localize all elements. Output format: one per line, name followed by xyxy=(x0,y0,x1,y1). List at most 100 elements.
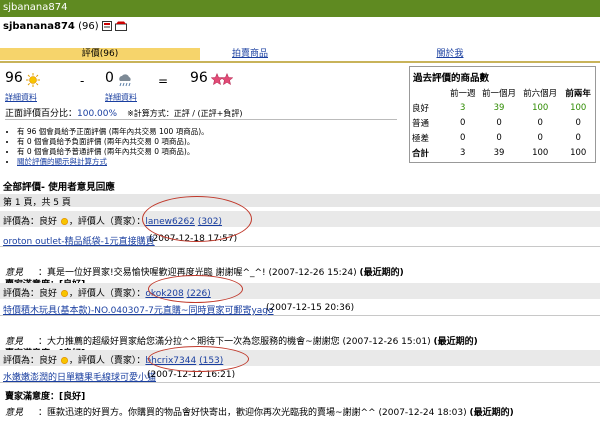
comment-label: 意見 xyxy=(5,408,24,418)
percent-note: ※計算方式：正評 / (正評+負評) xyxy=(127,109,243,118)
table-row: 普通 0 0 0 0 xyxy=(412,115,595,130)
table-cell: 0 xyxy=(537,132,543,143)
rating-prefix: 評價為：良好 xyxy=(3,217,58,227)
positive-score: 96 詳細資料 xyxy=(5,70,40,102)
seller-satisfaction: 賣家滿意度：[良好] xyxy=(5,392,86,402)
window-title: sjbanana874 xyxy=(3,2,68,13)
table-cell: 39 xyxy=(493,147,505,158)
rating-header: 評價為：良好 ，評價人（賣家）：lanew6262 (302) xyxy=(0,211,600,227)
negative-count: 0 xyxy=(105,70,114,86)
equals-sign: = xyxy=(158,74,169,88)
list-item: 特價積木玩具(基本款)-NO.040307-7元直購~同時買家可郵寄yago (… xyxy=(0,302,600,316)
table-cell: 100 xyxy=(570,147,587,158)
percent-value: 100.00% xyxy=(77,109,118,119)
table-cell: 3 xyxy=(460,147,466,158)
me-icon[interactable] xyxy=(101,21,112,31)
highlight-ellipse xyxy=(148,346,249,372)
table-row: 極差 0 0 0 0 xyxy=(412,130,595,145)
divider xyxy=(0,382,600,383)
row-label: 極差 xyxy=(412,133,430,144)
rating-prefix: 評價為：良好 xyxy=(3,289,58,299)
highlight-ellipse xyxy=(148,275,243,303)
row-label: 良好 xyxy=(412,103,430,114)
tab-ratings[interactable]: 評價(96) xyxy=(0,48,200,60)
percent-label: 正面評價百分比： xyxy=(5,109,78,119)
tab-about-me-label[interactable]: 關於我 xyxy=(436,49,463,59)
list-item: oroton outlet-精品紙袋-1元直接購買 (2007-12-18 17… xyxy=(0,233,600,247)
positive-percentage: 正面評價百分比：100.00% ※計算方式：正評 / (正評+負評) xyxy=(5,106,243,119)
minus-sign: - xyxy=(80,74,85,88)
table-cell: 100 xyxy=(532,147,549,158)
total-count: 96 xyxy=(190,70,208,86)
table-header-cell: 前一週 xyxy=(449,88,476,99)
positive-count: 96 xyxy=(5,70,23,86)
pagination-text: 第 1 頁，共 5 頁 xyxy=(3,198,71,208)
positive-details-link[interactable]: 詳細資料 xyxy=(5,92,37,103)
note-neutral: 有 0 個會員給予普通評價 (兩年內共交易 0 項商品)。 xyxy=(17,147,209,157)
note-negative: 有 0 個會員給予負面評價 (兩年內共交易 0 項商品)。 xyxy=(17,137,209,147)
rating-header: 評價為：良好 ，評價人（賣家）：okok208 (226) xyxy=(0,283,600,299)
table-header-cell: 前兩年 xyxy=(565,88,591,99)
comment-text: ：匯款迅速的好買方。你購買的物品會好快寄出，歡迎你再次光臨我的賣場~謝謝^^ xyxy=(38,408,376,418)
note-calc: 關於評價的顯示與計算方式 xyxy=(17,157,209,167)
pagination-bar: 第 1 頁，共 5 頁 xyxy=(0,194,600,208)
sun-icon xyxy=(25,72,40,87)
table-cell: 3 xyxy=(460,102,466,113)
table-row: 合計 3 39 100 100 xyxy=(412,145,595,160)
table-cell: 0 xyxy=(460,132,466,143)
sun-icon xyxy=(60,289,68,298)
shop-icon[interactable] xyxy=(115,21,127,31)
negative-score: 0 詳細資料 xyxy=(105,70,137,102)
sun-icon xyxy=(60,217,68,226)
table-cell: 0 xyxy=(575,117,581,128)
highlight-ellipse xyxy=(142,196,252,242)
table-cell: 0 xyxy=(537,117,543,128)
window-title-bar: sjbanana874 xyxy=(0,0,600,17)
negative-details-link[interactable]: 詳細資料 xyxy=(105,92,137,103)
rating-suffix: ，評價人（賣家）： xyxy=(68,289,146,299)
comment-line: 意見 ：大力推薦的超級好買家給您滿分拉^^期待下一次為您服務的機會~謝謝您 (2… xyxy=(0,333,600,347)
table-cell: 0 xyxy=(575,132,581,143)
comment-text-wrap: ：匯款迅速的好買方。你購買的物品會好快寄出，歡迎你再次光臨我的賣場~謝謝^^ (… xyxy=(38,405,514,418)
past-ratings-title: 過去評價的商品數 xyxy=(413,73,490,84)
latest-label: (最近期的) xyxy=(469,408,514,418)
table-header-row: 前一週 前一個月 前六個月 前兩年 xyxy=(412,85,595,100)
divider xyxy=(0,246,600,247)
past-ratings-box: 過去評價的商品數 前一週 前一個月 前六個月 前兩年 良好 3 39 100 1… xyxy=(409,66,596,163)
table-row: 良好 3 39 100 100 xyxy=(412,100,595,115)
divider xyxy=(5,119,397,120)
table-cell: 0 xyxy=(496,117,502,128)
row-label: 合計 xyxy=(412,148,430,159)
table-cell: 39 xyxy=(493,102,505,113)
table-header-cell xyxy=(412,85,446,100)
table-cell: 0 xyxy=(460,117,466,128)
comment-line: 意見 ：匯款迅速的好買方。你購買的物品會好快寄出，歡迎你再次光臨我的賣場~謝謝^… xyxy=(0,404,600,418)
calc-method-link[interactable]: 關於評價的顯示與計算方式 xyxy=(17,157,107,166)
item-date: (2007-12-15 20:36) xyxy=(266,303,355,313)
table-header-cell: 前六個月 xyxy=(523,88,558,99)
rating-suffix: ，評價人（賣家）： xyxy=(68,217,146,227)
table-header-cell: 前一個月 xyxy=(482,88,517,99)
tab-about-me[interactable]: 關於我 xyxy=(300,48,600,60)
section-title: 全部評價- 使用者意見回應 xyxy=(3,182,115,193)
tab-auction-items[interactable]: 拍賣商品 xyxy=(200,48,300,60)
table-cell: 100 xyxy=(570,102,587,113)
tab-bar: 評價(96) 拍賣商品 關於我 xyxy=(0,48,600,61)
list-item: 水嫩嫩澎潤的日單糖果毛線球可愛小猫 (2007-12-12 16:21) xyxy=(0,369,600,383)
row-label: 普通 xyxy=(412,118,430,129)
rating-prefix: 評價為：良好 xyxy=(3,356,58,366)
table-cell: 100 xyxy=(532,102,549,113)
comment-line: 意見 ：真是一位好買家!交易愉快喔歡迎再度光臨 謝謝喔^_^! (2007-12… xyxy=(0,264,600,278)
reply-line: 賣家滿意度：[良好] xyxy=(0,388,600,402)
sun-icon xyxy=(60,356,68,365)
username: sjbanana874 xyxy=(3,21,75,32)
table-cell: 0 xyxy=(496,132,502,143)
score-badge: (96) xyxy=(78,21,99,32)
note-positive: 有 96 個會員給予正面評價 (兩年內共交易 100 項商品)。 xyxy=(17,127,209,137)
rating-header: 評價為：良好 ，評價人（賣家）：bhcrix7344 (153) xyxy=(0,350,600,366)
user-header: sjbanana874 (96) xyxy=(3,21,127,32)
stars-icon xyxy=(210,73,233,86)
tab-underline xyxy=(0,61,600,63)
rating-notes: 有 96 個會員給予正面評價 (兩年內共交易 100 項商品)。 有 0 個會員… xyxy=(5,127,209,167)
total-score: 96 xyxy=(190,70,233,86)
